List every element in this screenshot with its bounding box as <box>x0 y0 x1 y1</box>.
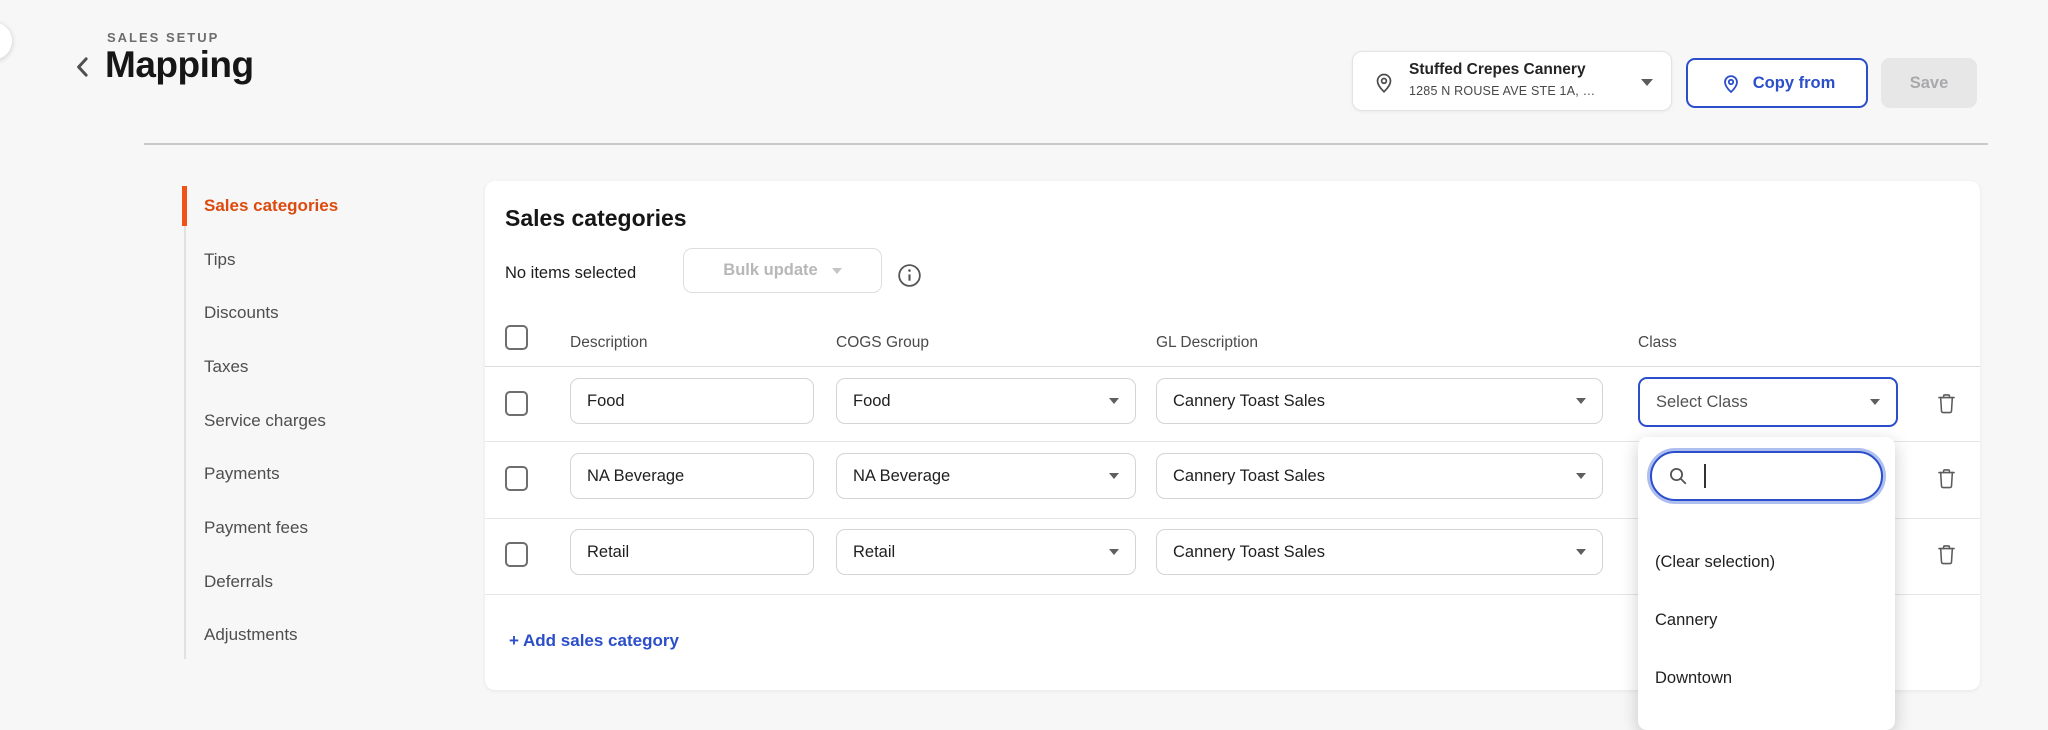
trash-icon <box>1934 542 1959 567</box>
delete-row-button[interactable] <box>1934 391 1959 418</box>
sidebar-item-label: Deferrals <box>204 572 273 592</box>
text-cursor <box>1704 464 1706 488</box>
select-all-checkbox[interactable] <box>505 325 528 350</box>
cogs-group-value: Retail <box>853 543 895 562</box>
row-checkbox[interactable] <box>505 466 528 491</box>
map-pin-icon <box>1719 71 1743 95</box>
class-search-field[interactable] <box>1650 451 1883 501</box>
chevron-down-icon <box>832 268 842 274</box>
sidebar-item-payment-fees[interactable]: Payment fees <box>182 501 472 555</box>
chevron-down-icon <box>1109 473 1119 479</box>
cogs-group-select[interactable]: Retail <box>836 529 1136 575</box>
header-divider <box>144 143 1988 145</box>
column-header-gl-description: GL Description <box>1156 334 1258 352</box>
description-input[interactable]: Retail <box>570 529 814 575</box>
class-option-downtown[interactable]: Downtown <box>1638 649 1895 707</box>
search-input[interactable] <box>1700 467 1840 485</box>
location-name: Stuffed Crepes Cannery <box>1409 61 1586 79</box>
sidebar-item-label: Service charges <box>204 411 326 431</box>
sidebar-item-service-charges[interactable]: Service charges <box>182 394 472 448</box>
save-label: Save <box>1910 74 1949 93</box>
gl-description-select[interactable]: Cannery Toast Sales <box>1156 529 1603 575</box>
description-value: Retail <box>587 543 629 562</box>
description-value: Food <box>587 392 625 411</box>
chevron-down-icon <box>1109 549 1119 555</box>
chevron-left-icon <box>68 52 98 82</box>
active-indicator <box>182 186 187 226</box>
sidebar-item-label: Payment fees <box>204 518 308 538</box>
column-header-cogs-group: COGS Group <box>836 334 929 352</box>
class-select-placeholder: Select Class <box>1656 393 1748 412</box>
class-select-open[interactable]: Select Class <box>1638 377 1898 427</box>
settings-sidebar: Sales categories Tips Discounts Taxes Se… <box>182 179 472 662</box>
sidebar-item-tips[interactable]: Tips <box>182 233 472 287</box>
back-button[interactable] <box>68 52 98 82</box>
class-dropdown-menu: (Clear selection) Cannery Downtown <box>1638 437 1895 730</box>
column-header-description: Description <box>570 334 648 352</box>
row-checkbox[interactable] <box>505 391 528 416</box>
sidebar-item-label: Sales categories <box>204 196 338 216</box>
copy-from-button[interactable]: Copy from <box>1686 58 1868 108</box>
delete-row-button[interactable] <box>1934 466 1959 493</box>
gl-description-value: Cannery Toast Sales <box>1173 392 1325 411</box>
description-value: NA Beverage <box>587 467 684 486</box>
bulk-update-button[interactable]: Bulk update <box>683 248 882 293</box>
chevron-down-icon <box>1870 399 1880 405</box>
option-label: (Clear selection) <box>1655 553 1775 572</box>
description-input[interactable]: Food <box>570 378 814 424</box>
location-address: 1285 N ROUSE AVE STE 1A, … <box>1409 84 1595 98</box>
gl-description-select[interactable]: Cannery Toast Sales <box>1156 378 1603 424</box>
description-input[interactable]: NA Beverage <box>570 453 814 499</box>
cogs-group-select[interactable]: Food <box>836 378 1136 424</box>
chevron-down-icon <box>1576 398 1586 404</box>
cogs-group-select[interactable]: NA Beverage <box>836 453 1136 499</box>
sidebar-item-sales-categories[interactable]: Sales categories <box>182 179 472 233</box>
sidebar-item-label: Discounts <box>204 303 279 323</box>
location-selector[interactable]: Stuffed Crepes Cannery 1285 N ROUSE AVE … <box>1352 51 1672 111</box>
gl-description-select[interactable]: Cannery Toast Sales <box>1156 453 1603 499</box>
gl-description-value: Cannery Toast Sales <box>1173 543 1325 562</box>
trash-icon <box>1934 466 1959 491</box>
bulk-update-label: Bulk update <box>723 261 817 280</box>
sidebar-item-label: Payments <box>204 464 280 484</box>
sidebar-item-adjustments[interactable]: Adjustments <box>182 609 472 663</box>
search-icon <box>1666 464 1690 488</box>
chevron-down-icon <box>1109 398 1119 404</box>
chevron-down-icon <box>1576 473 1586 479</box>
map-pin-icon <box>1371 69 1397 95</box>
cogs-group-value: NA Beverage <box>853 467 950 486</box>
trash-icon <box>1934 391 1959 416</box>
cogs-group-value: Food <box>853 392 891 411</box>
sidebar-item-payments[interactable]: Payments <box>182 447 472 501</box>
copy-from-label: Copy from <box>1753 74 1836 93</box>
class-option-cannery[interactable]: Cannery <box>1638 591 1895 649</box>
page-title: Mapping <box>105 44 254 86</box>
option-label: Cannery <box>1655 611 1717 630</box>
chevron-down-icon <box>1641 79 1653 86</box>
add-sales-category-link[interactable]: + Add sales category <box>509 631 679 651</box>
save-button[interactable]: Save <box>1881 58 1977 108</box>
class-option-clear-selection[interactable]: (Clear selection) <box>1638 533 1895 591</box>
gl-description-value: Cannery Toast Sales <box>1173 467 1325 486</box>
sidebar-item-discounts[interactable]: Discounts <box>182 286 472 340</box>
column-header-class: Class <box>1638 334 1677 352</box>
info-icon[interactable] <box>896 262 923 289</box>
chevron-down-icon <box>1576 549 1586 555</box>
sidebar-item-label: Tips <box>204 250 236 270</box>
sidebar-item-label: Adjustments <box>204 625 298 645</box>
panel-heading: Sales categories <box>505 205 687 232</box>
sidebar-item-deferrals[interactable]: Deferrals <box>182 555 472 609</box>
sidebar-item-taxes[interactable]: Taxes <box>182 340 472 394</box>
sidebar-item-label: Taxes <box>204 357 248 377</box>
breadcrumb-eyebrow: SALES SETUP <box>107 30 219 45</box>
divider <box>485 366 1980 367</box>
delete-row-button[interactable] <box>1934 542 1959 569</box>
edge-floating-button[interactable] <box>0 22 12 60</box>
selection-status: No items selected <box>505 264 636 283</box>
row-checkbox[interactable] <box>505 542 528 567</box>
option-label: Downtown <box>1655 669 1732 688</box>
